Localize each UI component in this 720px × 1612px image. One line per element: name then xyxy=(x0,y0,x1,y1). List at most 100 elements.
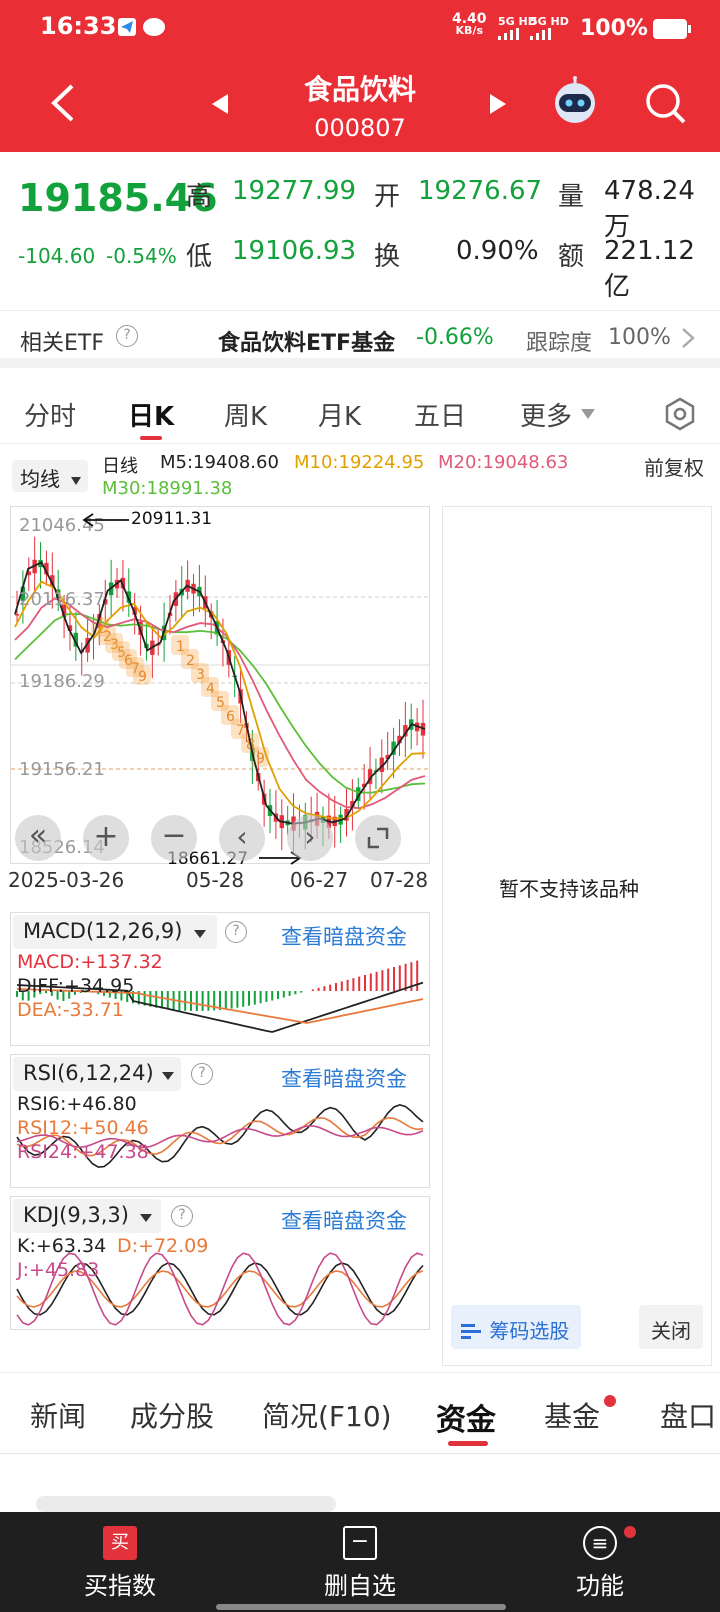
ma-period: 日线 xyxy=(102,456,138,477)
remove-watchlist-button[interactable]: − 删自选 xyxy=(300,1526,420,1601)
amount-value: 221.12亿 xyxy=(604,236,695,302)
tab-active-indicator xyxy=(140,436,162,440)
tab-more[interactable]: 更多 xyxy=(520,396,572,433)
chart-area: 均线 日线 M5:19408.60 M10:19224.95 M20:19048… xyxy=(0,444,720,1369)
ma5-value: M5:19408.60 xyxy=(160,452,279,473)
settings-icon[interactable] xyxy=(662,396,698,432)
k-value: K:+63.34 xyxy=(17,1235,107,1257)
track-value: 100% xyxy=(608,325,671,350)
close-button[interactable]: 关闭 xyxy=(639,1305,703,1349)
demark-label: 9 xyxy=(138,669,147,685)
y-label-4: 19156.21 xyxy=(19,759,105,780)
app-header: 16:33 4.40 KB/s 5G HD 5G HD 100% 食品饮料 00… xyxy=(0,0,720,152)
track-label: 跟踪度 xyxy=(526,331,593,356)
macd-panel[interactable]: MACD(12,26,9) ? 查看暗盘资金 MACD:+137.32 DIFF… xyxy=(10,912,430,1046)
high-label: 高 xyxy=(186,182,213,212)
candle xyxy=(14,614,20,616)
tab-wuri[interactable]: 五日 xyxy=(414,396,466,433)
robot-assistant-icon[interactable] xyxy=(550,76,600,126)
signal-2: 5G HD xyxy=(530,15,569,28)
diff-value: DIFF:+34.95 xyxy=(17,975,135,997)
amount-label: 额 xyxy=(558,242,585,272)
ma30-value: M30:18991.38 xyxy=(102,478,233,499)
period-tabs: 分时 日K 周K 月K 五日 更多 xyxy=(0,380,720,444)
x-label-3: 06-27 xyxy=(290,868,349,892)
remove-watchlist-label: 删自选 xyxy=(324,1572,396,1600)
adjust-mode[interactable]: 前复权 xyxy=(644,452,704,481)
app-root: { "status": {"time": "16:33", "net_rate"… xyxy=(0,0,720,1612)
status-app-icons xyxy=(118,18,165,36)
list-icon xyxy=(461,1324,481,1339)
quote-panel: 19185.46 -104.60 -0.54% 高 19277.99 开 192… xyxy=(0,152,720,302)
volume-label: 量 xyxy=(558,182,585,212)
ma20-value: M20:19048.63 xyxy=(438,452,569,473)
fullscreen-button[interactable] xyxy=(355,815,401,861)
next-stock-icon[interactable] xyxy=(488,92,508,116)
ma-selector[interactable]: 均线 xyxy=(12,460,88,492)
bottom-tab-indicator xyxy=(448,1441,488,1446)
j-value: J:+45.83 xyxy=(17,1259,100,1281)
tab-funds-flow[interactable]: 资金 xyxy=(436,1395,496,1439)
tab-f10[interactable]: 简况(F10) xyxy=(262,1395,392,1435)
x-label-1: 2025-03-26 xyxy=(8,868,125,892)
buy-icon: 买 xyxy=(103,1526,137,1560)
help-icon[interactable]: ? xyxy=(116,325,138,347)
stock-code: 000807 xyxy=(314,114,406,142)
battery-level: 100% xyxy=(580,16,648,41)
chevron-down-icon xyxy=(581,409,595,419)
high-value: 19277.99 xyxy=(232,176,357,206)
tab-order-book[interactable]: 盘口 xyxy=(660,1395,716,1435)
chip-select-button[interactable]: 筹码选股 xyxy=(451,1305,581,1349)
notification-dot xyxy=(624,1526,636,1538)
tab-rik[interactable]: 日K xyxy=(128,396,174,433)
zoom-in-button[interactable]: + xyxy=(83,815,129,861)
high-mark: 20911.31 xyxy=(131,509,213,529)
etf-label: 相关ETF xyxy=(20,331,104,356)
open-value: 19276.67 xyxy=(418,176,543,206)
tab-zhouk[interactable]: 周K xyxy=(224,396,267,433)
price-change: -104.60 xyxy=(18,244,96,268)
status-time: 16:33 xyxy=(40,12,117,40)
dea-value: DEA:-33.71 xyxy=(17,999,124,1021)
low-label: 低 xyxy=(186,242,213,272)
zoom-out-button[interactable]: − xyxy=(151,815,197,861)
search-icon[interactable] xyxy=(644,82,688,126)
notification-dot xyxy=(604,1395,616,1407)
tab-yuek[interactable]: 月K xyxy=(318,396,361,433)
battery-icon xyxy=(653,19,691,39)
tab-fenshi[interactable]: 分时 xyxy=(24,396,76,433)
rewind-button[interactable]: « xyxy=(15,815,61,861)
menu-icon: ≡ xyxy=(583,1526,617,1560)
chip-select-label: 筹码选股 xyxy=(489,1319,570,1343)
tab-fund[interactable]: 基金 xyxy=(544,1395,600,1435)
etf-change: -0.66% xyxy=(416,325,494,350)
rsi6-value: RSI6:+46.80 xyxy=(17,1093,137,1115)
signal-bars-icon xyxy=(498,28,519,40)
pan-left-button[interactable]: ‹ xyxy=(219,815,265,861)
kline-panel[interactable]: 1235679123456789 21046.45 20116.37 19186… xyxy=(10,506,430,869)
low-value: 19106.93 xyxy=(232,236,357,266)
volume-value: 478.24万 xyxy=(604,176,695,242)
signal-bars-icon xyxy=(530,28,551,40)
expand-icon xyxy=(367,827,389,849)
rsi24-value: RSI24:+47.38 xyxy=(17,1141,149,1163)
pan-right-button[interactable]: › xyxy=(287,815,333,861)
etf-name: 食品饮料ETF基金 xyxy=(218,331,396,356)
bottom-nav: 买 买指数 − 删自选 ≡ 功能 xyxy=(0,1512,720,1612)
functions-button[interactable]: ≡ 功能 xyxy=(540,1526,660,1601)
related-etf-row[interactable]: 相关ETF ? 食品饮料ETF基金 -0.66% 跟踪度 100% xyxy=(0,310,720,368)
y-label-3: 19186.29 xyxy=(19,671,105,692)
tab-constituents[interactable]: 成分股 xyxy=(130,1395,214,1435)
content-placeholder xyxy=(36,1496,336,1512)
rsi-panel[interactable]: RSI(6,12,24) ? 查看暗盘资金 RSI6:+46.80 RSI12:… xyxy=(10,1054,430,1188)
minus-icon: − xyxy=(343,1526,377,1560)
open-label: 开 xyxy=(374,182,401,212)
net-speed: 4.40 KB/s xyxy=(452,11,487,37)
buy-index-button[interactable]: 买 买指数 xyxy=(60,1526,180,1601)
kdj-panel[interactable]: KDJ(9,3,3) ? 查看暗盘资金 K:+63.34 D:+72.09 J:… xyxy=(10,1196,430,1330)
ma-selector-label: 均线 xyxy=(20,467,60,491)
info-tabs: 新闻 成分股 简况(F10) 资金 基金 盘口 xyxy=(0,1372,720,1454)
d-value: D:+72.09 xyxy=(117,1235,209,1257)
page-title: 食品饮料 xyxy=(303,73,416,106)
tab-news[interactable]: 新闻 xyxy=(30,1395,86,1435)
